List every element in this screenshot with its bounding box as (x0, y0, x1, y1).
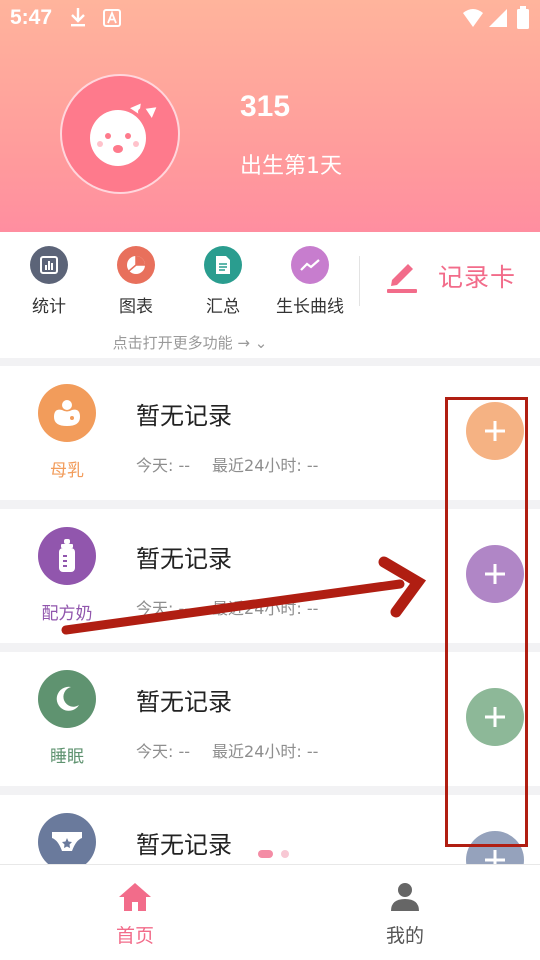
record-title: 暂无记录 (136, 831, 232, 859)
download-icon (71, 8, 85, 27)
baby-age: 出生第1天 (240, 154, 342, 179)
toolbar-label: 统计 (32, 297, 66, 317)
pencil-icon (387, 264, 417, 293)
nav-item-profile[interactable]: 我的 (345, 881, 465, 948)
category-label: 母乳 (50, 461, 84, 481)
record-stats: 今天: -- 最近24小时: -- (136, 738, 318, 762)
toolbar-item-stats[interactable]: 统计 (9, 246, 89, 317)
record-title: 暂无记录 (136, 688, 232, 716)
signal-icon (489, 9, 507, 27)
profile-header: 5:47 315 出生第1天 (0, 0, 540, 232)
stat-last24: 最近24小时: -- (212, 599, 319, 618)
record-title: 暂无记录 (136, 402, 232, 430)
toolbar-item-summary[interactable]: 汇总 (183, 246, 263, 317)
stat-last24: 最近24小时: -- (212, 742, 319, 761)
wifi-icon (463, 9, 483, 27)
more-functions-link[interactable]: 点击打开更多功能 → ⌄ (0, 332, 380, 353)
page-dot (281, 850, 289, 858)
stat-last24: 最近24小时: -- (212, 456, 319, 475)
home-icon (119, 883, 151, 911)
toolbar-label: 生长曲线 (276, 297, 344, 317)
nav-item-home[interactable]: 首页 (75, 881, 195, 948)
battery-icon (517, 6, 529, 29)
page-dot-active (258, 850, 273, 858)
record-card-label: 记录卡 (438, 263, 517, 292)
category-label: 睡眠 (50, 747, 84, 767)
record-stats: 今天: -- 最近24小时: -- (136, 595, 318, 619)
status-bar: 5:47 (0, 0, 540, 36)
profile-icon (391, 883, 419, 911)
annotation-highlight-box (445, 397, 528, 847)
record-title: 暂无记录 (136, 545, 232, 573)
baby-name: 315 (240, 90, 291, 123)
nav-label: 首页 (115, 925, 154, 947)
toolbar-divider (359, 256, 360, 306)
diaper-icon (38, 813, 96, 871)
baby-avatar[interactable] (60, 74, 180, 194)
toolbar-label: 汇总 (206, 297, 240, 317)
moon-icon (38, 670, 96, 728)
stats-icon (30, 246, 68, 284)
breastfeeding-icon (38, 384, 96, 442)
toolbar-item-chart[interactable]: 图表 (96, 246, 176, 317)
baby-bottle-icon (38, 527, 96, 585)
record-stats: 今天: -- 最近24小时: -- (136, 452, 318, 476)
record-card-button[interactable]: 记录卡 (384, 258, 516, 294)
category-label: 配方奶 (41, 604, 93, 624)
summary-icon (204, 246, 242, 284)
bottom-navigation: 首页 我的 (0, 864, 540, 960)
pie-chart-icon (117, 246, 155, 284)
stat-today: 今天: -- (136, 742, 191, 761)
stat-today: 今天: -- (136, 456, 191, 475)
stat-today: 今天: -- (136, 599, 191, 618)
status-time: 5:47 (10, 6, 53, 29)
toolbar-item-growth-curve[interactable]: 生长曲线 (270, 246, 350, 317)
baby-face-icon (90, 100, 160, 166)
function-toolbar: 统计 图表 汇总 生长曲线 记录卡 点击打开更多功能 → ⌄ (0, 232, 540, 358)
nav-label: 我的 (385, 925, 424, 947)
notification-a-icon (103, 9, 121, 27)
toolbar-label: 图表 (119, 297, 153, 317)
growth-curve-icon (291, 246, 329, 284)
